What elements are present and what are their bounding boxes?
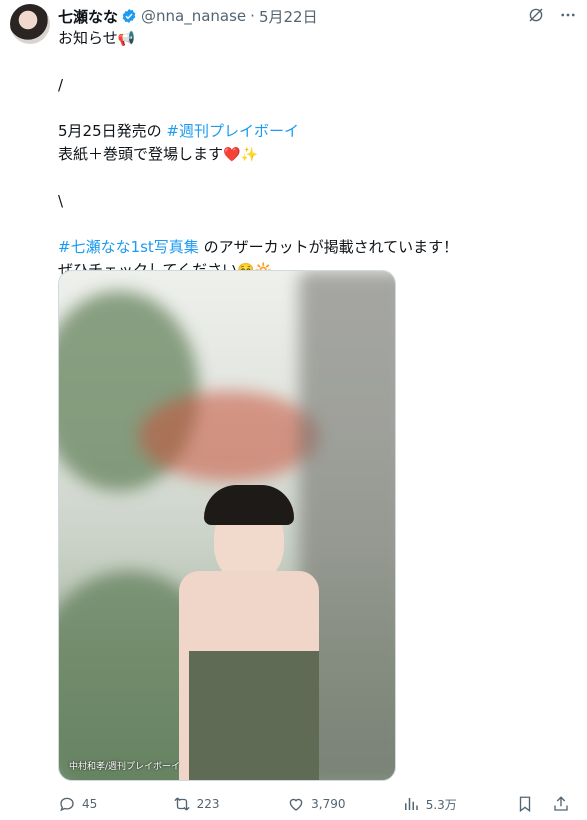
avatar[interactable] xyxy=(10,4,50,44)
text-line-blank xyxy=(58,97,568,120)
top-right-actions xyxy=(527,6,577,24)
verified-badge-icon xyxy=(122,9,136,23)
views-chart-icon xyxy=(404,798,418,810)
hashtag-link[interactable]: #七瀬なな1st写真集 xyxy=(58,238,199,256)
tweet-header: 七瀬なな @nna_nanase · 5月22日 xyxy=(58,6,318,26)
like-button[interactable]: 3,790 xyxy=(287,795,402,813)
views-button[interactable]: 5.3万 xyxy=(402,795,517,813)
text-line-backslash: \ xyxy=(58,192,64,210)
tweet-date[interactable]: 5月22日 xyxy=(259,6,318,27)
text-line-cover: 表紙＋巻頭で登場します❤️✨ xyxy=(58,145,258,163)
text-line-1: お知らせ📢 xyxy=(58,29,136,47)
text-line-release: 5月25日発売の #週刊プレイボーイ xyxy=(58,122,299,140)
retweet-icon xyxy=(173,797,190,811)
view-count: 5.3万 xyxy=(425,797,457,812)
separator-dot: · xyxy=(250,7,255,25)
grok-icon[interactable] xyxy=(527,6,545,24)
heart-icon xyxy=(289,798,303,811)
photo-hair xyxy=(204,485,294,525)
heart-sparkles-icon: ❤️✨ xyxy=(223,147,258,163)
author-name[interactable]: 七瀬なな xyxy=(58,6,118,27)
photo-credit: 中村和孝/週刊プレイボーイ xyxy=(69,762,181,772)
text-line-photobook: #七瀬なな1st写真集 のアザーカットが掲載されています！ xyxy=(58,238,459,256)
text-line-blank xyxy=(58,167,568,190)
photo-overalls xyxy=(189,651,319,780)
hashtag-link[interactable]: #週刊プレイボーイ xyxy=(166,122,299,140)
share-icon xyxy=(553,796,568,811)
tweet-text: お知らせ📢 / 5月25日発売の #週刊プレイボーイ 表紙＋巻頭で登場します❤️… xyxy=(58,27,568,283)
tweet-actions: 45 223 3,790 5.3万 xyxy=(58,795,573,813)
bookmark-button[interactable] xyxy=(516,795,537,813)
like-count: 3,790 xyxy=(311,797,346,811)
share-button[interactable] xyxy=(552,795,573,813)
text-line-slash: / xyxy=(58,76,64,94)
reply-count: 45 xyxy=(82,797,98,811)
text-line-blank xyxy=(58,213,568,236)
tweet-photo[interactable]: 中村和孝/週刊プレイボーイ xyxy=(58,270,396,781)
text-line-blank xyxy=(58,51,568,74)
photo-roof xyxy=(139,391,319,481)
reply-button[interactable]: 45 xyxy=(58,795,173,813)
retweet-count: 223 xyxy=(196,797,220,811)
author-handle[interactable]: @nna_nanase xyxy=(141,7,246,25)
reply-icon xyxy=(60,797,74,812)
retweet-button[interactable]: 223 xyxy=(173,795,288,813)
more-options-icon[interactable] xyxy=(559,6,577,24)
megaphone-icon: 📢 xyxy=(117,31,136,47)
bookmark-icon xyxy=(520,796,531,813)
